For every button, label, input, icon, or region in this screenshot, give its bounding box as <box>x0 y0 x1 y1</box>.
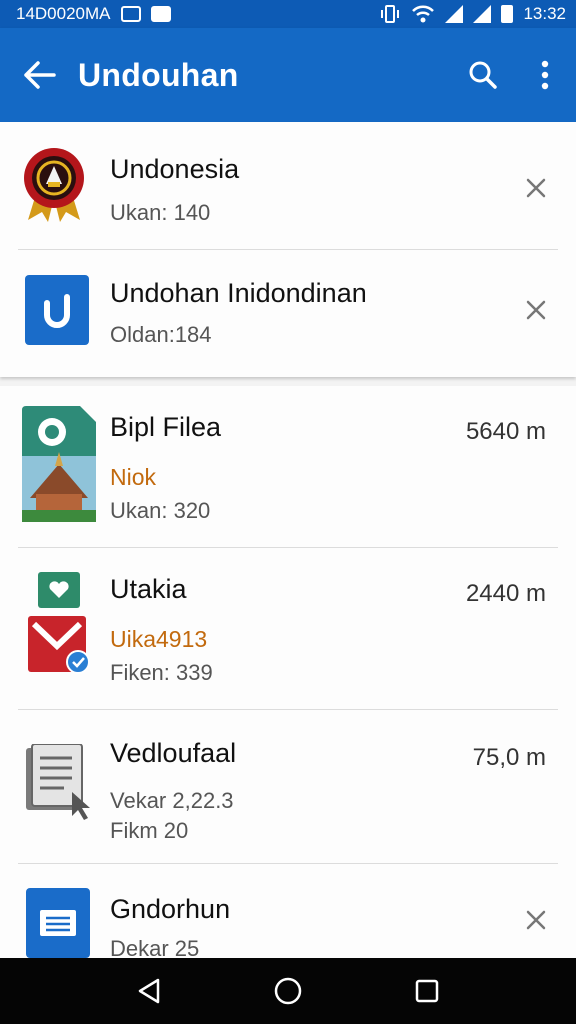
item-subtitle: Ukan: 140 <box>110 200 211 225</box>
status-bar: 14D0020MA 13:32 <box>0 0 576 28</box>
blue-notes-icon <box>26 888 90 958</box>
list-item[interactable]: Vedloufaal Vekar 2,22.3 Fikm 20 75,0 m <box>0 710 576 864</box>
cancel-button[interactable] <box>518 902 554 938</box>
list-item[interactable]: Bipl Filea Niok Ukan: 320 5640 m <box>0 386 576 548</box>
item-title: Bipl Filea <box>110 412 222 442</box>
item-subtitle: Ukan: 320 <box>110 498 211 523</box>
blue-app-u-icon <box>25 275 89 345</box>
item-title: Gndorhun <box>110 894 231 924</box>
file-size: 2440 m <box>465 580 546 607</box>
overflow-menu-icon <box>541 60 549 90</box>
page-title: Undouhan <box>78 56 239 93</box>
status-time: 13:32 <box>523 4 566 23</box>
item-subtitle: Vekar 2,22.3 <box>110 788 234 813</box>
wifi-icon <box>412 5 435 23</box>
battery-icon <box>501 5 514 23</box>
gmail-style-icon <box>28 572 90 674</box>
cancel-button[interactable] <box>518 292 554 328</box>
search-button[interactable] <box>452 28 514 122</box>
list-item[interactable]: Undohan Inidondinan Oldan:184 <box>0 250 576 377</box>
active-downloads-card: Undonesia Ukan: 140 Undohan Inidondinan … <box>0 122 576 377</box>
document-cursor-icon <box>26 744 90 820</box>
nav-home-icon[interactable] <box>273 976 303 1006</box>
emblem-badge-icon <box>24 148 84 222</box>
close-icon <box>526 178 546 198</box>
item-title: Utakia <box>110 574 187 604</box>
signal-2-icon <box>473 5 492 23</box>
signal-icon <box>445 5 464 23</box>
item-subtitle-2: Fikm 20 <box>110 818 189 843</box>
downloaded-files-card: Bipl Filea Niok Ukan: 320 5640 m Utakia … <box>0 386 576 961</box>
list-item[interactable]: Undonesia Ukan: 140 <box>0 122 576 250</box>
cancel-button[interactable] <box>518 170 554 206</box>
item-title: Undonesia <box>110 154 240 184</box>
search-icon <box>469 61 497 89</box>
list-item[interactable]: Utakia Uika4913 Fiken: 339 2440 m <box>0 548 576 710</box>
nav-back-icon[interactable] <box>136 977 162 1005</box>
close-icon <box>526 910 546 930</box>
file-size: 5640 m <box>465 418 546 445</box>
vibrate-icon <box>381 5 400 23</box>
file-size: 75,0 m <box>472 744 546 771</box>
back-button[interactable] <box>0 28 78 122</box>
item-tag: Niok <box>110 464 157 490</box>
close-icon <box>526 300 546 320</box>
list-item[interactable]: Gndorhun Dekar 25 <box>0 864 576 961</box>
system-nav-bar <box>0 958 576 1024</box>
app-bar: Undouhan <box>0 28 576 122</box>
item-subtitle: Fiken: 339 <box>110 660 213 685</box>
temple-app-icon <box>22 406 96 522</box>
back-arrow-icon <box>24 61 56 89</box>
notification-icon <box>120 6 141 22</box>
item-subtitle: Oldan:184 <box>110 322 212 347</box>
item-title: Vedloufaal <box>110 738 237 768</box>
overflow-menu-button[interactable] <box>514 28 576 122</box>
nav-recents-icon[interactable] <box>414 978 440 1004</box>
status-left-text: 14D0020MA <box>16 4 111 23</box>
shield-notification-icon <box>150 6 171 22</box>
item-title: Undohan Inidondinan <box>110 278 367 308</box>
item-tag: Uika4913 <box>110 626 208 652</box>
